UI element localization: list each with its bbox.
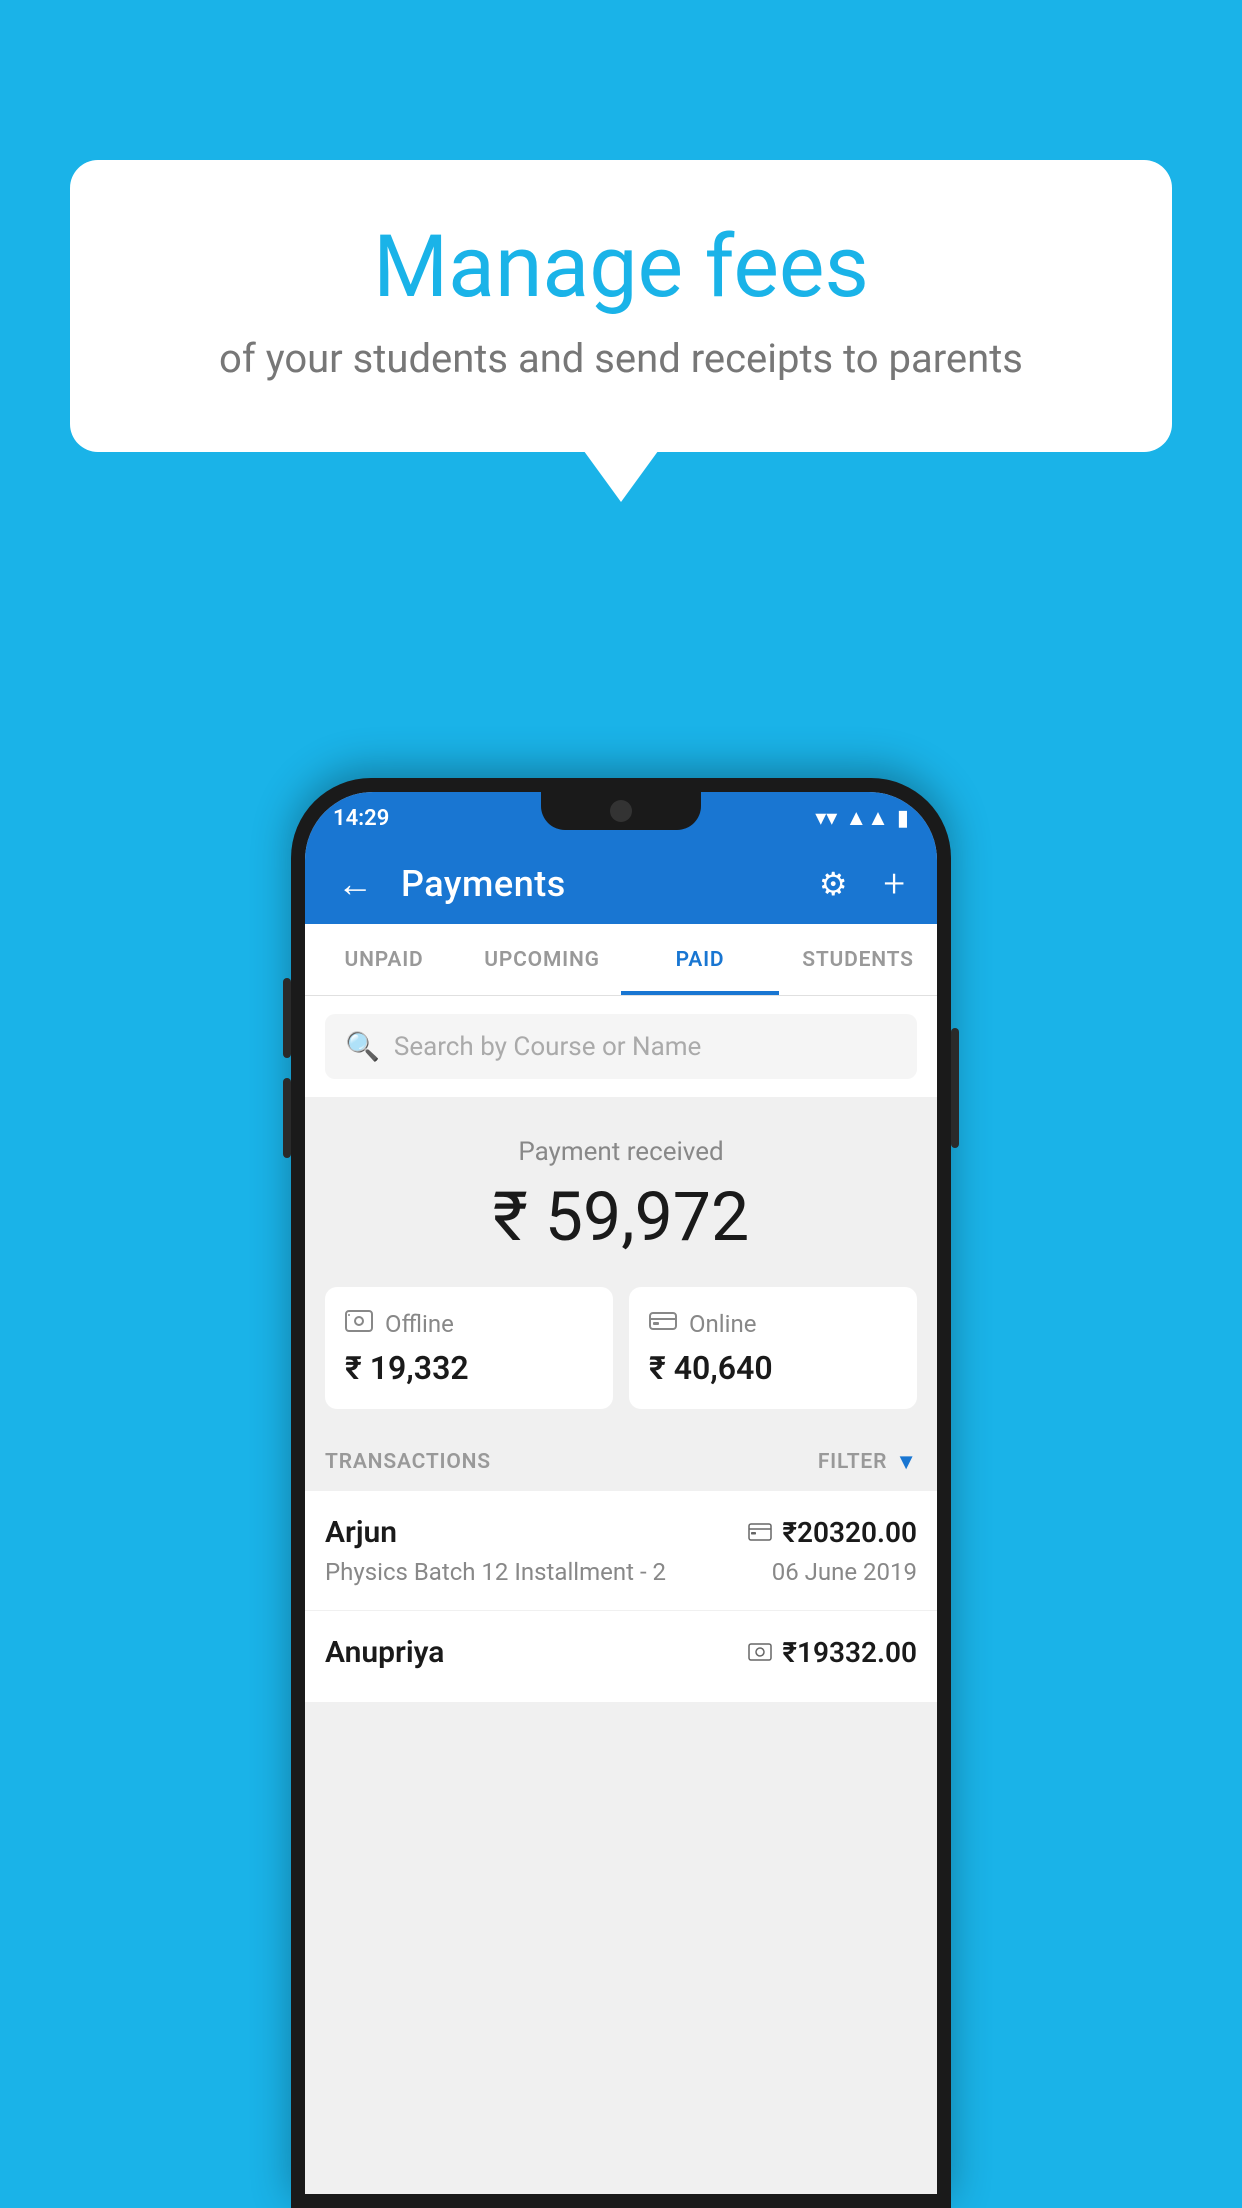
amount-container: ₹20320.00 xyxy=(748,1516,917,1549)
search-input[interactable]: Search by Course or Name xyxy=(394,1032,701,1062)
phone-notch xyxy=(541,792,701,830)
search-container: 🔍 Search by Course or Name xyxy=(305,996,937,1097)
card-payment-icon xyxy=(748,1519,772,1547)
signal-icon: ▲▲ xyxy=(845,805,889,831)
volume-up-btn xyxy=(283,978,291,1058)
phone-camera xyxy=(610,800,632,822)
offline-card: Offline ₹ 19,332 xyxy=(325,1287,613,1409)
power-btn xyxy=(951,1028,959,1148)
tabs-bar: UNPAID UPCOMING PAID STUDENTS xyxy=(305,924,937,996)
volume-down-btn xyxy=(283,1078,291,1158)
status-icons: ▾▾ ▲▲ ▮ xyxy=(815,805,909,831)
transaction-row-1: Anupriya ₹19332.00 xyxy=(325,1635,917,1670)
bubble-title: Manage fees xyxy=(120,220,1122,315)
page-title: Payments xyxy=(401,863,791,905)
filter-label: FILTER xyxy=(818,1450,887,1474)
transaction-item: Arjun ₹20320.00 Physics Batch 1 xyxy=(305,1491,937,1611)
transaction-amount: ₹19332.00 xyxy=(782,1636,917,1669)
transaction-item: Anupriya ₹19332.00 xyxy=(305,1611,937,1703)
tab-students[interactable]: STUDENTS xyxy=(779,924,937,995)
add-button[interactable]: + xyxy=(876,854,913,914)
payment-method-cards: Offline ₹ 19,332 Online ₹ 40,640 xyxy=(305,1287,937,1433)
student-name: Arjun xyxy=(325,1515,397,1550)
phone-frame: 14:29 ▾▾ ▲▲ ▮ ← Payments ⚙ + UNPAID UPCO… xyxy=(291,778,951,2208)
transactions-header: TRANSACTIONS FILTER ▼ xyxy=(305,1433,937,1491)
online-label: Online xyxy=(689,1310,756,1338)
online-amount: ₹ 40,640 xyxy=(649,1349,897,1387)
wifi-icon: ▾▾ xyxy=(815,806,837,831)
online-card-header: Online xyxy=(649,1309,897,1339)
online-card: Online ₹ 40,640 xyxy=(629,1287,917,1409)
app-bar: ← Payments ⚙ + xyxy=(305,844,937,924)
transaction-list: Arjun ₹20320.00 Physics Batch 1 xyxy=(305,1491,937,1703)
course-name: Physics Batch 12 Installment - 2 xyxy=(325,1558,666,1586)
transaction-date: 06 June 2019 xyxy=(772,1558,917,1586)
transaction-amount: ₹20320.00 xyxy=(782,1516,917,1549)
tab-upcoming[interactable]: UPCOMING xyxy=(463,924,621,995)
settings-button[interactable]: ⚙ xyxy=(811,857,856,911)
transaction-row-2: Physics Batch 12 Installment - 2 06 June… xyxy=(325,1558,917,1586)
speech-bubble: Manage fees of your students and send re… xyxy=(70,160,1172,452)
phone-screen: 14:29 ▾▾ ▲▲ ▮ ← Payments ⚙ + UNPAID UPCO… xyxy=(305,792,937,2194)
tab-unpaid[interactable]: UNPAID xyxy=(305,924,463,995)
offline-amount: ₹ 19,332 xyxy=(345,1349,593,1387)
tab-paid[interactable]: PAID xyxy=(621,924,779,995)
offline-label: Offline xyxy=(385,1310,454,1338)
student-name: Anupriya xyxy=(325,1635,444,1670)
battery-icon: ▮ xyxy=(897,806,909,831)
back-button[interactable]: ← xyxy=(329,855,381,913)
status-time: 14:29 xyxy=(333,806,389,831)
payment-received-amount: ₹ 59,972 xyxy=(325,1177,917,1257)
cash-payment-icon xyxy=(748,1639,772,1667)
online-icon xyxy=(649,1309,677,1339)
filter-icon: ▼ xyxy=(895,1449,917,1475)
search-box[interactable]: 🔍 Search by Course or Name xyxy=(325,1014,917,1079)
bubble-subtitle: of your students and send receipts to pa… xyxy=(120,335,1122,382)
payment-received-section: Payment received ₹ 59,972 xyxy=(305,1097,937,1287)
transaction-row-1: Arjun ₹20320.00 xyxy=(325,1515,917,1550)
transactions-label: TRANSACTIONS xyxy=(325,1450,491,1474)
search-icon: 🔍 xyxy=(345,1030,380,1063)
payment-received-label: Payment received xyxy=(325,1137,917,1167)
amount-container: ₹19332.00 xyxy=(748,1636,917,1669)
filter-container[interactable]: FILTER ▼ xyxy=(818,1449,917,1475)
offline-card-header: Offline xyxy=(345,1309,593,1339)
offline-icon xyxy=(345,1309,373,1339)
